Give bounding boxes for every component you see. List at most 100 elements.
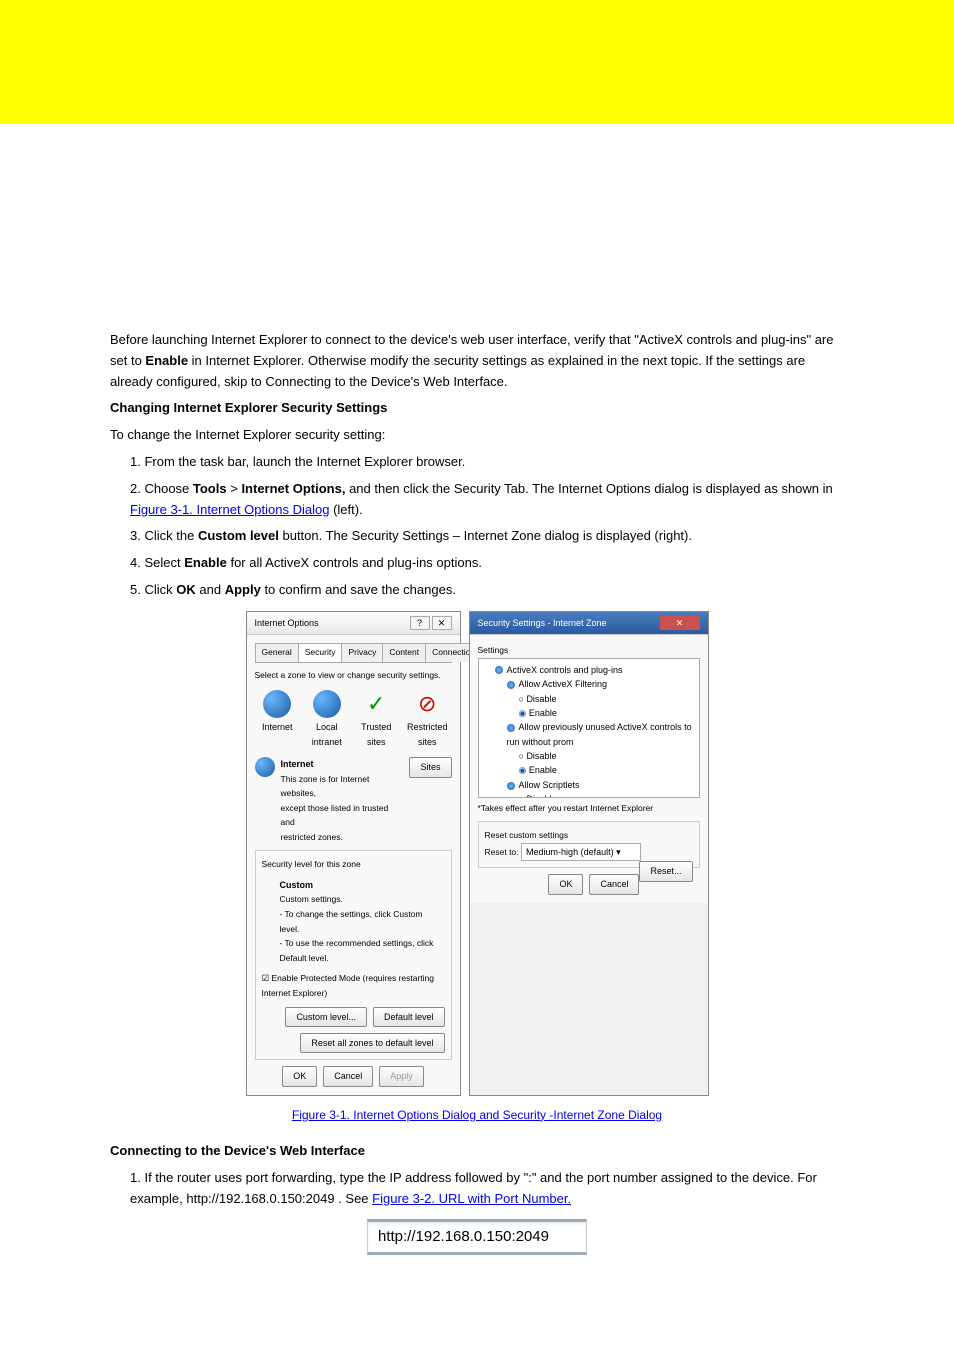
changing-ie-title: Changing Internet Explorer Security Sett… <box>110 400 387 415</box>
apply-button[interactable]: Apply <box>379 1066 424 1086</box>
tree-allow-filtering: Allow ActiveX Filtering <box>483 677 695 691</box>
tab-general[interactable]: General <box>255 643 299 662</box>
step-1: 1. From the task bar, launch the Interne… <box>110 452 844 473</box>
intro-paragraph: Before launching Internet Explorer to co… <box>110 330 844 392</box>
dialog2-title: Security Settings - Internet Zone <box>478 616 607 630</box>
radio-disable[interactable]: Disable <box>483 749 695 763</box>
check-icon: ✓ <box>362 690 390 718</box>
globe-icon <box>263 690 291 718</box>
figure-3-1-caption: Figure 3-1. Internet Options Dialog and … <box>110 1106 844 1125</box>
step-5-ok: OK <box>176 582 196 597</box>
reset-custom-fieldset: Reset custom settings Reset to: Medium-h… <box>478 821 700 868</box>
zone-desc-3: restricted zones. <box>281 832 343 842</box>
zone-detail-title: Internet <box>281 759 314 769</box>
step-5-t2: to confirm and save the changes. <box>264 582 456 597</box>
reset-all-zones-button[interactable]: Reset all zones to default level <box>300 1033 444 1053</box>
help-icon[interactable]: ? <box>410 616 430 630</box>
step-2: 2. Choose Tools > Internet Options, and … <box>110 479 844 521</box>
connect-step-url: http://192.168.0.150:2049 <box>186 1191 334 1206</box>
url-bar-figure: http://192.168.0.150:2049 <box>367 1219 587 1255</box>
cancel-button[interactable]: Cancel <box>589 874 639 894</box>
default-level-button[interactable]: Default level <box>373 1007 445 1027</box>
tab-content[interactable]: Content <box>382 643 426 662</box>
tree-activex-root: ActiveX controls and plug-ins <box>483 663 695 677</box>
zone-trusted-label: Trusted sites <box>361 722 391 746</box>
step-5-mid: and <box>199 582 224 597</box>
connecting-heading: Connecting to the Device's Web Interface <box>110 1141 844 1162</box>
step-2-t1: Choose <box>144 481 192 496</box>
settings-label: Settings <box>478 645 509 655</box>
step-5: 5. Click OK and Apply to confirm and sav… <box>110 580 844 601</box>
step-2-sep: > <box>230 481 238 496</box>
zone-desc-2: except those listed in trusted and <box>281 803 389 828</box>
security-settings-dialog: Security Settings - Internet Zone ✕ Sett… <box>469 611 709 1096</box>
reset-button[interactable]: Reset... <box>639 861 692 881</box>
zone-desc-1: This zone is for Internet websites, <box>281 774 370 799</box>
step-1-text: From the task bar, launch the Internet E… <box>144 454 465 469</box>
step-2-t2: and then click the Security Tab. The Int… <box>349 481 833 496</box>
sites-button[interactable]: Sites <box>409 757 451 777</box>
cancel-button[interactable]: Cancel <box>323 1066 373 1086</box>
step-4-bold: Enable <box>184 555 227 570</box>
protected-mode-checkbox[interactable]: ☑ Enable Protected Mode (requires restar… <box>262 973 435 998</box>
connecting-title: Connecting to the Device's Web Interface <box>110 1143 365 1158</box>
radio-enable[interactable]: Enable <box>483 706 695 720</box>
reset-custom-label: Reset custom settings <box>485 830 569 840</box>
radio-disable[interactable]: Disable <box>483 792 695 797</box>
step-2-suffix: (left). <box>333 502 363 517</box>
reset-to-select[interactable]: Medium-high (default) ▾ <box>521 843 641 861</box>
step-3-t2: button. The Security Settings – Internet… <box>282 528 692 543</box>
zone-intranet-label: Local intranet <box>312 722 342 746</box>
step-5-t1: Click <box>144 582 176 597</box>
custom-label: Custom <box>280 880 314 890</box>
figure-3-2-link[interactable]: Figure 3-2. URL with Port Number. <box>372 1191 571 1206</box>
step-4-t2: for all ActiveX controls and plug-ins op… <box>230 555 481 570</box>
close-icon[interactable]: ✕ <box>432 616 452 630</box>
zone-local-intranet[interactable]: Local intranet <box>308 690 346 749</box>
forbid-icon: ⊘ <box>413 690 441 718</box>
tab-privacy[interactable]: Privacy <box>341 643 383 662</box>
radio-enable[interactable]: Enable <box>483 763 695 777</box>
step-3-bold: Custom level <box>198 528 279 543</box>
figure-3-1-link[interactable]: Figure 3-1. Internet Options Dialog <box>130 502 329 517</box>
figure-3-1-container: Internet Options ? ✕ General Security Pr… <box>110 611 844 1096</box>
dialog1-titlebar: Internet Options ? ✕ <box>247 612 460 635</box>
zone-restricted-sites[interactable]: ⊘ Restricted sites <box>407 690 448 749</box>
takes-effect-note: *Takes effect after you restart Internet… <box>478 802 700 816</box>
dialog2-titlebar: Security Settings - Internet Zone ✕ <box>470 612 708 635</box>
step-5-apply: Apply <box>225 582 261 597</box>
connect-step-t2: . See <box>338 1191 372 1206</box>
steps-intro: To change the Internet Explorer security… <box>110 425 844 446</box>
close-icon[interactable]: ✕ <box>660 616 700 630</box>
zone-internet[interactable]: Internet <box>259 690 297 749</box>
internet-options-dialog: Internet Options ? ✕ General Security Pr… <box>246 611 461 1096</box>
zone-internet-label: Internet <box>262 722 293 732</box>
dialog1-tabstrip: General Security Privacy Content Connect… <box>255 643 452 663</box>
radio-disable[interactable]: Disable <box>483 692 695 706</box>
select-zone-label: Select a zone to view or change security… <box>255 669 452 683</box>
zone-restricted-label: Restricted sites <box>407 722 448 746</box>
custom-line-2: - To change the settings, click Custom l… <box>280 909 423 934</box>
step-4: 4. Select Enable for all ActiveX control… <box>110 553 844 574</box>
tab-security[interactable]: Security <box>298 643 343 662</box>
page-body: Before launching Internet Explorer to co… <box>0 124 954 1305</box>
settings-tree[interactable]: ActiveX controls and plug-ins Allow Acti… <box>478 658 700 798</box>
changing-ie-heading: Changing Internet Explorer Security Sett… <box>110 398 844 419</box>
step-3: 3. Click the Custom level button. The Se… <box>110 526 844 547</box>
tree-allow-unused: Allow previously unused ActiveX controls… <box>483 720 695 749</box>
custom-level-button[interactable]: Custom level... <box>285 1007 367 1027</box>
zone-icons-row: Internet Local intranet ✓ Trusted sites ⊘… <box>259 690 448 749</box>
tree-allow-scriptlets: Allow Scriptlets <box>483 778 695 792</box>
intro-text-2: in Internet Explorer. Otherwise modify t… <box>110 353 805 389</box>
step-2-io: Internet Options, <box>241 481 345 496</box>
security-level-label: Security level for this zone <box>262 859 361 869</box>
document-header-band <box>0 0 954 124</box>
ok-button[interactable]: OK <box>548 874 583 894</box>
connect-step: 1. If the router uses port forwarding, t… <box>110 1168 844 1210</box>
intranet-icon <box>313 690 341 718</box>
zone-trusted-sites[interactable]: ✓ Trusted sites <box>358 690 396 749</box>
intro-bold-enable: Enable <box>145 353 188 368</box>
custom-line-3: - To use the recommended settings, click… <box>280 938 434 963</box>
step-2-tools: Tools <box>193 481 227 496</box>
ok-button[interactable]: OK <box>282 1066 317 1086</box>
